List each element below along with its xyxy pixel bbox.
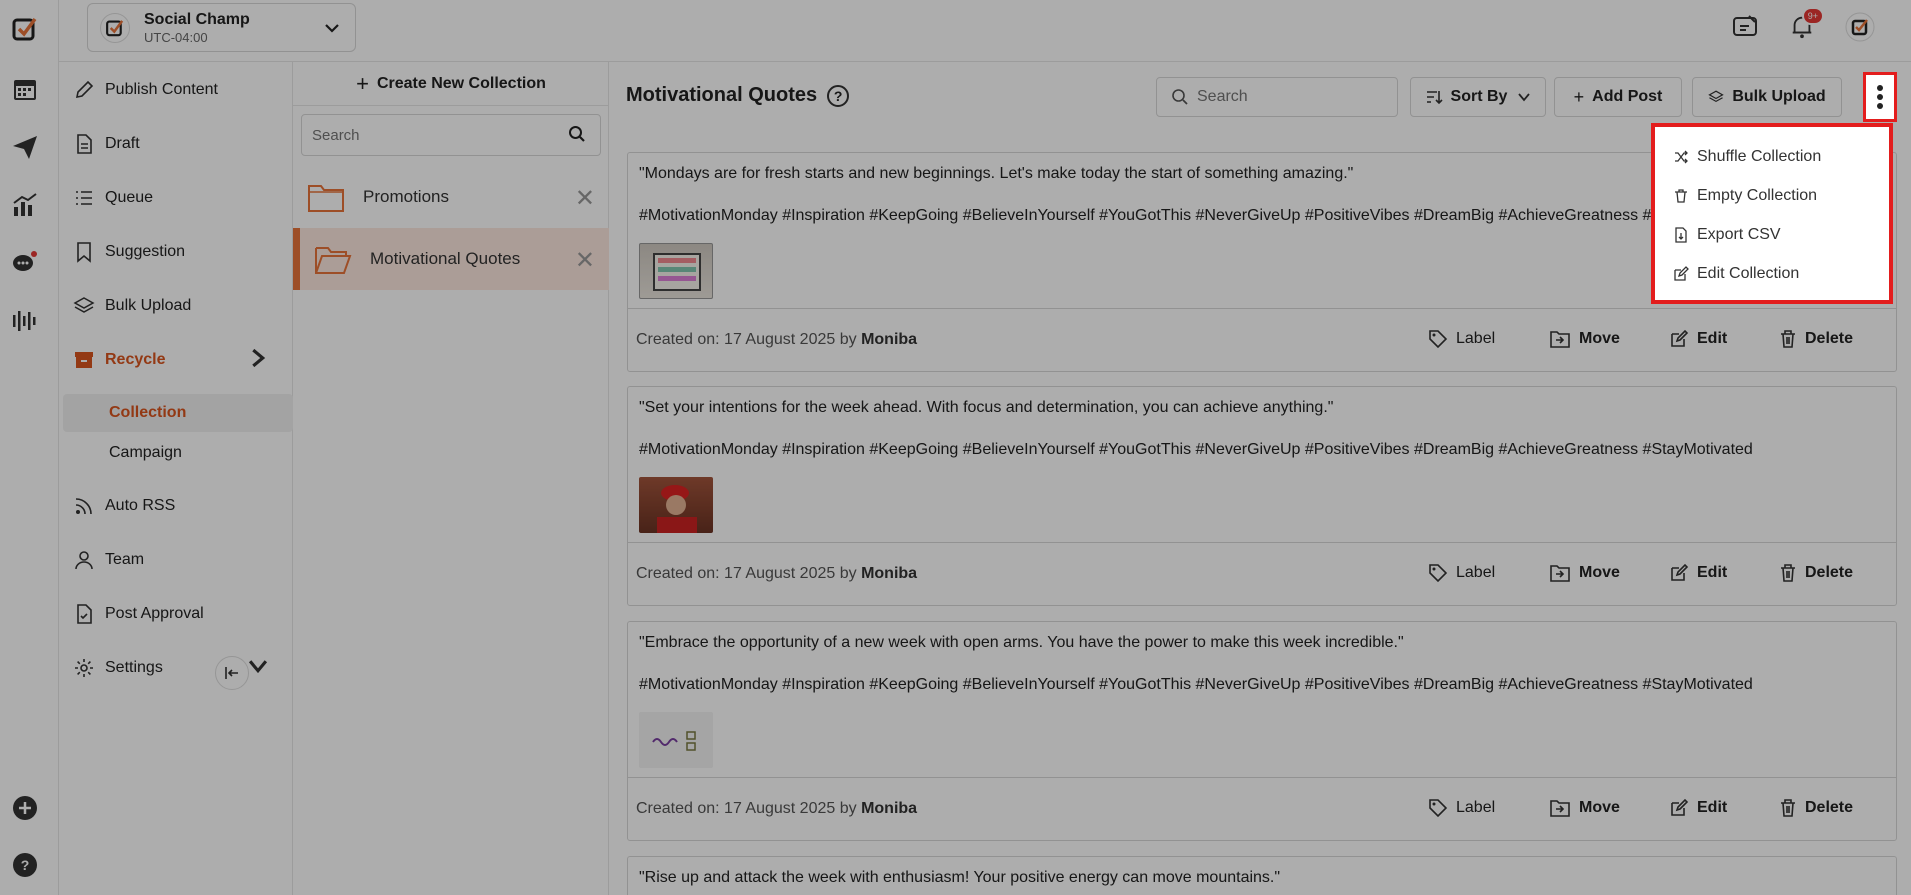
menu-item-edit-collection[interactable]: Edit Collection <box>1655 254 1889 293</box>
collection-options-menu: Shuffle Collection Empty Collection Expo… <box>1651 123 1893 304</box>
edit-icon <box>1674 265 1689 281</box>
shuffle-icon <box>1675 150 1688 163</box>
vertical-dots-icon <box>1877 85 1883 109</box>
more-options-button[interactable] <box>1863 72 1897 122</box>
menu-item-empty-collection[interactable]: Empty Collection <box>1655 176 1889 215</box>
menu-item-export-csv[interactable]: Export CSV <box>1655 215 1889 254</box>
export-file-icon <box>1675 226 1687 243</box>
menu-item-shuffle-collection[interactable]: Shuffle Collection <box>1655 137 1889 176</box>
trash-icon <box>1675 188 1687 203</box>
modal-overlay[interactable] <box>0 0 1911 895</box>
